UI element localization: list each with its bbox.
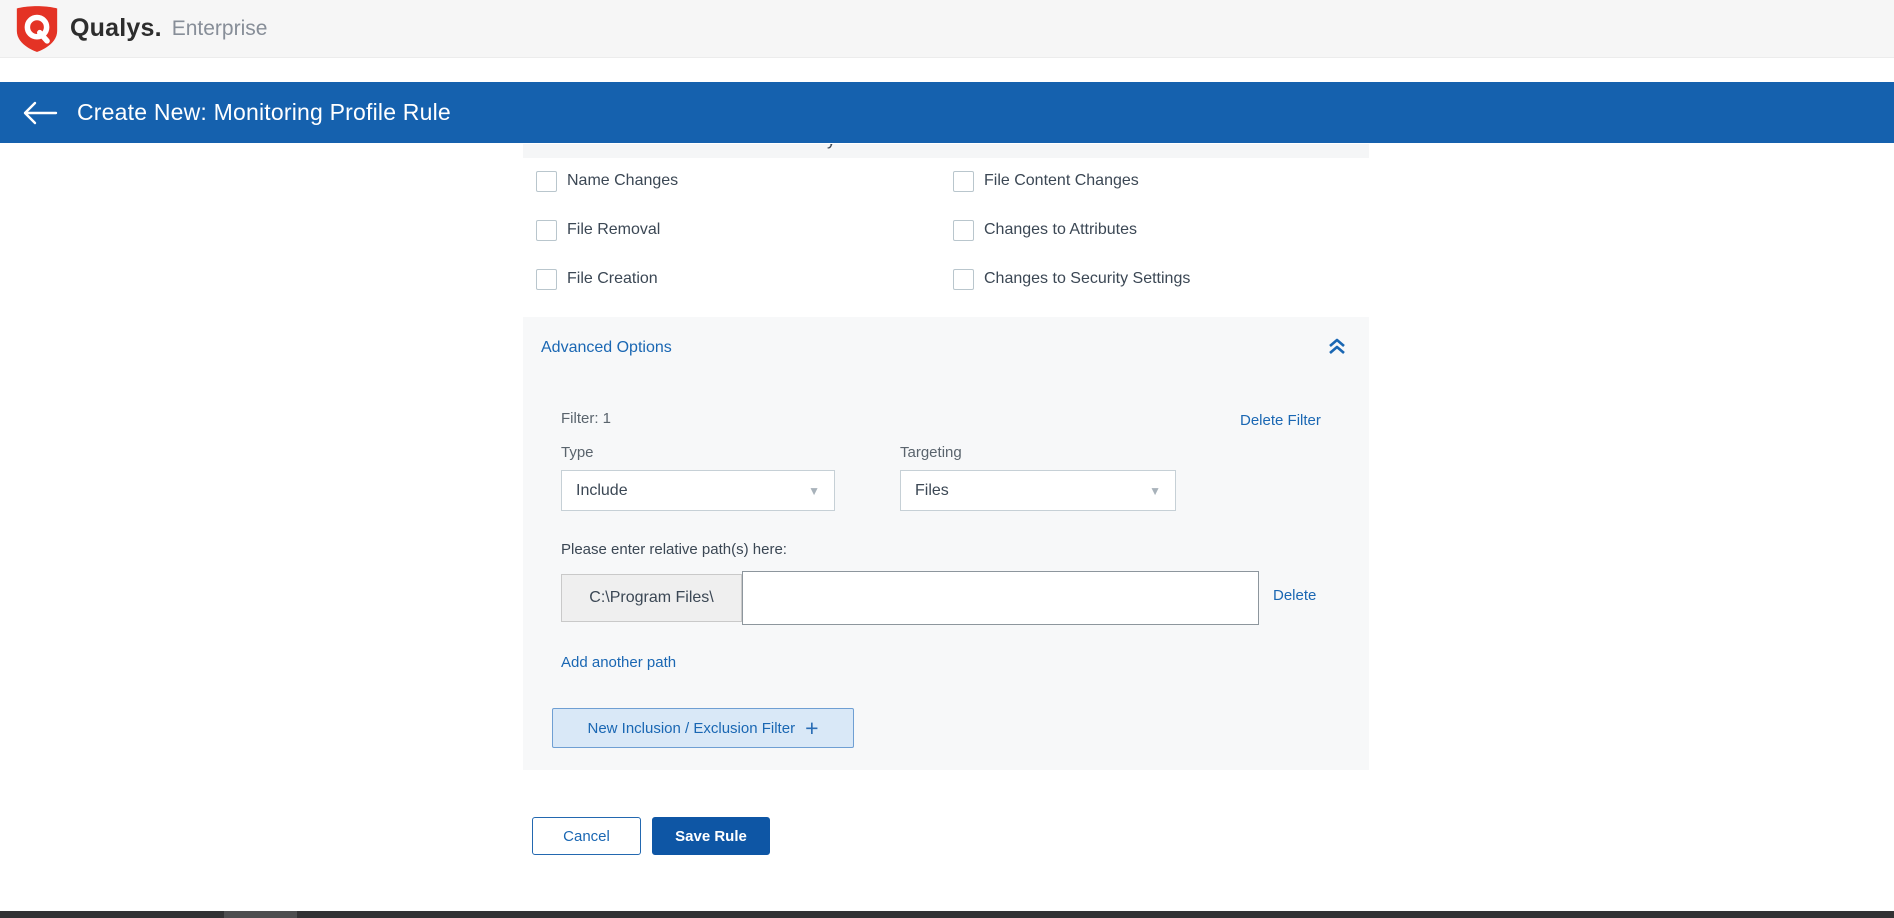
new-inclusion-exclusion-filter-button[interactable]: New Inclusion / Exclusion Filter + (552, 708, 854, 748)
brand-name: Qualys. (70, 14, 162, 43)
delete-path-link[interactable]: Delete (1273, 587, 1316, 604)
targeting-selected-value: Files (915, 482, 1149, 500)
checkbox-icon[interactable] (536, 220, 557, 241)
type-select[interactable]: Include ▼ (561, 470, 835, 511)
type-selected-value: Include (576, 482, 808, 500)
chevron-double-up-icon[interactable] (1327, 337, 1347, 361)
qualys-logo-icon (15, 5, 59, 53)
caret-down-icon: ▼ (808, 484, 820, 498)
new-filter-button-label: New Inclusion / Exclusion Filter (587, 720, 795, 737)
checkbox-icon[interactable] (536, 171, 557, 192)
checkbox-icon[interactable] (953, 269, 974, 290)
page-title: Create New: Monitoring Profile Rule (77, 99, 451, 126)
top-brand-bar: Qualys. Enterprise (0, 0, 1894, 58)
page-header: Create New: Monitoring Profile Rule (0, 82, 1894, 143)
checkbox-changes-to-security-settings[interactable]: Changes to Security Settings (953, 268, 1190, 290)
bottom-taskbar-strip[interactable] (0, 911, 1894, 918)
checkbox-label: File Removal (567, 221, 660, 239)
targeting-field-label: Targeting (900, 444, 962, 461)
checkbox-icon[interactable] (953, 220, 974, 241)
path-prefix-box: C:\Program Files\ (561, 574, 742, 622)
clipped-heading-fragment: y (827, 144, 836, 150)
plus-icon: + (805, 718, 818, 738)
checkbox-label: File Content Changes (984, 172, 1139, 190)
checkbox-icon[interactable] (536, 269, 557, 290)
arrow-left-icon (22, 100, 58, 126)
checkbox-icon[interactable] (953, 171, 974, 192)
targeting-select[interactable]: Files ▼ (900, 470, 1176, 511)
checkbox-file-content-changes[interactable]: File Content Changes (953, 170, 1139, 192)
relative-path-input[interactable] (742, 571, 1259, 625)
caret-down-icon: ▼ (1149, 484, 1161, 498)
checkbox-label: Changes to Attributes (984, 221, 1137, 239)
checkbox-file-removal[interactable]: File Removal (536, 219, 660, 241)
type-field-label: Type (561, 444, 594, 461)
checkbox-file-creation[interactable]: File Creation (536, 268, 658, 290)
filter-number-label: Filter: 1 (561, 410, 611, 427)
save-rule-button[interactable]: Save Rule (652, 817, 770, 855)
path-prompt-label: Please enter relative path(s) here: (561, 541, 787, 558)
cancel-button[interactable]: Cancel (532, 817, 641, 855)
checkbox-label: Changes to Security Settings (984, 270, 1190, 288)
add-another-path-link[interactable]: Add another path (561, 654, 676, 671)
back-button[interactable] (22, 100, 58, 126)
checkbox-changes-to-attributes[interactable]: Changes to Attributes (953, 219, 1137, 241)
checkbox-label: File Creation (567, 270, 658, 288)
scrolled-content-strip: y (523, 144, 1369, 158)
taskbar-active-segment[interactable] (224, 911, 297, 918)
checkbox-label: Name Changes (567, 172, 678, 190)
delete-filter-link[interactable]: Delete Filter (1240, 412, 1321, 429)
checkbox-name-changes[interactable]: Name Changes (536, 170, 678, 192)
brand-edition: Enterprise (172, 17, 268, 41)
advanced-options-toggle[interactable]: Advanced Options (541, 339, 672, 357)
